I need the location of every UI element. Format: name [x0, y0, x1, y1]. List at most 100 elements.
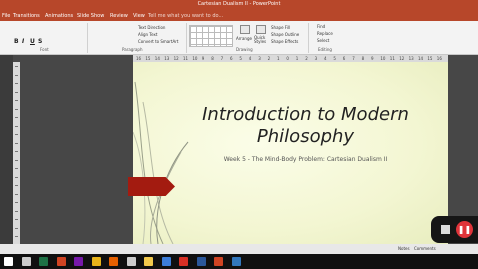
search-icon[interactable] — [21, 257, 31, 266]
ruler-tick: 1 — [277, 56, 280, 61]
ribbon: B I U S Font Text Direction Align Text C… — [0, 21, 478, 55]
ruler-tick: 16 — [136, 56, 142, 61]
ruler-tick: 12 — [399, 56, 405, 61]
ruler-tick — [15, 134, 18, 135]
tab-view[interactable]: View — [133, 13, 145, 19]
tab-slide-show[interactable]: Slide Show — [77, 13, 104, 19]
ruler-tick: 9 — [201, 56, 205, 61]
shape-fill-button[interactable]: Shape Fill — [271, 25, 290, 30]
shapes-gallery[interactable] — [189, 25, 233, 47]
ruler-tick: 4 — [324, 56, 327, 61]
settings-icon[interactable] — [126, 257, 136, 266]
ruler-tick: 11 — [183, 56, 189, 61]
ruler-tick: 4 — [248, 56, 252, 61]
start-icon[interactable] — [4, 257, 13, 266]
ruler-tick: 14 — [154, 56, 160, 61]
ruler-tick: 14 — [418, 56, 424, 61]
editing-group-label: Editing — [318, 47, 332, 52]
ruler-tick: 7 — [352, 56, 355, 61]
powerpoint-icon[interactable] — [56, 257, 66, 266]
pause-icon[interactable]: ❚❚ — [456, 221, 473, 238]
red-banner-shape — [128, 177, 175, 196]
ruler-tick — [15, 185, 18, 186]
ruler-tick — [15, 125, 18, 127]
underline-button[interactable]: U — [30, 38, 35, 45]
arrange-icon — [240, 25, 250, 34]
ribbon-separator — [308, 23, 309, 53]
ruler-tick: 10 — [192, 56, 198, 61]
ruler-tick: 6 — [230, 56, 233, 61]
ruler-tick: 13 — [164, 56, 170, 61]
ruler-tick — [15, 193, 18, 195]
find-button[interactable]: Find — [317, 24, 325, 29]
tell-me-search[interactable]: Tell me what you want to do... — [148, 13, 223, 19]
ruler-tick — [15, 210, 18, 212]
ruler-tick: 5 — [239, 56, 242, 61]
ruler-tick: 3 — [258, 56, 261, 61]
shape-effects-button[interactable]: Shape Effects — [271, 39, 298, 44]
stop-icon[interactable] — [441, 225, 450, 234]
ruler-tick: 3 — [314, 56, 318, 61]
strikethrough-button[interactable]: S — [38, 38, 42, 45]
onenote-icon[interactable] — [74, 257, 83, 266]
file-explorer-icon[interactable] — [144, 257, 153, 266]
arrange-button[interactable]: Arrange — [236, 36, 252, 41]
title-bar: Cartesian Dualism II - PowerPoint — [0, 0, 478, 11]
ruler-tick — [15, 142, 18, 144]
ruler-tick: 0 — [286, 56, 289, 61]
quick-styles-icon — [256, 25, 266, 34]
ruler-tick — [15, 236, 18, 237]
thumbnail-pane[interactable] — [0, 55, 13, 254]
ruler-tick: 16 — [436, 56, 442, 61]
ruler-tick: 9 — [371, 56, 374, 61]
quick-styles-button[interactable]: Quick Styles — [254, 36, 268, 44]
decorative-curves — [133, 81, 189, 244]
acrobat-icon[interactable] — [179, 257, 188, 266]
tab-transitions[interactable]: Transitions — [13, 13, 40, 19]
word-icon[interactable] — [196, 257, 206, 266]
ruler-tick: 2 — [305, 56, 308, 61]
ruler-tick — [15, 159, 18, 161]
powerpoint-active-icon[interactable] — [214, 257, 223, 266]
ribbon-separator — [186, 23, 187, 53]
slide-title[interactable]: Introduction to Modern Philosophy — [188, 104, 423, 148]
horizontal-ruler: 16 15 14 13 12 11 10 9 8 7 6 5 4 3 2 1 0 1 2 3 4 5 6 7 8 9 10 11 12 1… — [133, 55, 448, 62]
excel-icon[interactable] — [39, 257, 48, 266]
app-icon[interactable] — [161, 257, 171, 266]
ruler-tick: 12 — [173, 56, 179, 61]
tab-animations[interactable]: Animations — [45, 13, 73, 19]
ribbon-tabs: File Transitions Animations Slide Show R… — [0, 11, 478, 21]
select-button[interactable]: Select — [317, 38, 329, 43]
ruler-tick — [15, 91, 18, 93]
ruler-tick — [15, 219, 18, 220]
ruler-tick: 5 — [333, 56, 336, 61]
align-text-button[interactable]: Align Text — [138, 32, 157, 37]
ruler-tick — [15, 100, 18, 101]
shape-outline-button[interactable]: Shape Outline — [271, 32, 299, 37]
tab-review[interactable]: Review — [110, 13, 128, 19]
slide-subtitle[interactable]: Week 5 - The Mind-Body Problem: Cartesia… — [188, 156, 423, 163]
firefox-icon[interactable] — [109, 257, 118, 266]
convert-smartart-button[interactable]: Convert to SmartArt — [138, 39, 178, 44]
chrome-icon[interactable] — [91, 257, 101, 266]
ruler-tick: 2 — [267, 56, 271, 61]
font-group-label: Font — [40, 47, 49, 52]
bold-button[interactable]: B — [14, 38, 19, 45]
edge-icon[interactable] — [231, 257, 241, 266]
ruler-tick — [15, 227, 18, 229]
window-title: Cartesian Dualism II - PowerPoint — [197, 1, 281, 7]
replace-button[interactable]: Replace — [317, 31, 333, 36]
ribbon-separator — [87, 23, 88, 53]
italic-button[interactable]: I — [22, 38, 24, 45]
ruler-tick: 15 — [145, 56, 151, 61]
ruler-tick: 15 — [427, 56, 433, 61]
ruler-tick: 8 — [211, 56, 214, 61]
notes-button[interactable]: Notes — [398, 246, 410, 251]
tab-file[interactable]: File — [2, 13, 10, 19]
comments-button[interactable]: Comments — [414, 246, 436, 251]
ruler-tick: 6 — [342, 56, 346, 61]
ruler-tick — [15, 108, 18, 110]
text-direction-button[interactable]: Text Direction — [138, 25, 165, 30]
slide-canvas[interactable]: Introduction to Modern Philosophy Week 5… — [133, 62, 448, 244]
screen-recorder-controls: ❚❚ — [431, 216, 478, 243]
